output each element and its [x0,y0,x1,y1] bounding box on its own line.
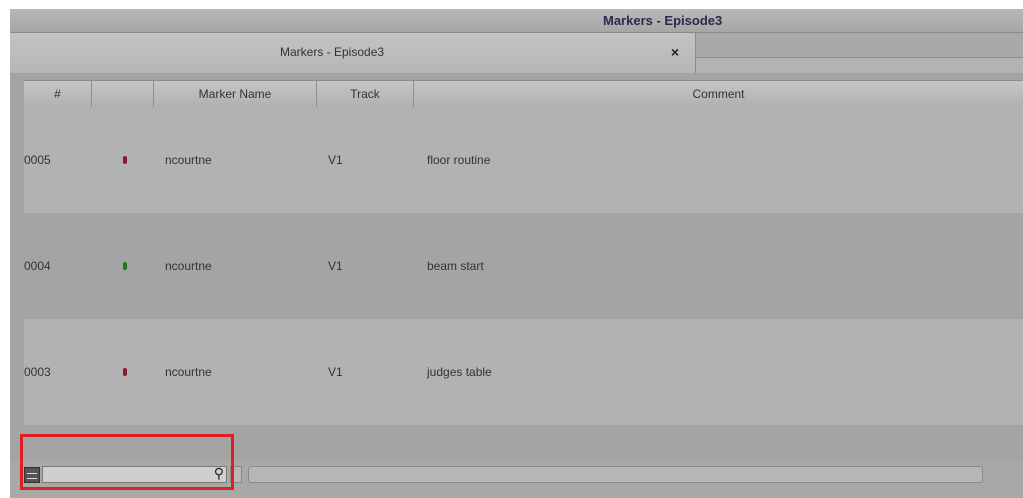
cell-marker-name: ncourtne [165,153,212,167]
tab-markers[interactable]: Markers - Episode3 × [10,33,696,73]
close-icon[interactable]: × [666,43,684,61]
table-header: # Marker Name Track Comment [24,80,1023,108]
cell-number: 0003 [24,365,51,379]
cell-marker-name: ncourtne [165,259,212,273]
table-row[interactable]: 0004 ncourtne V1 beam start [24,213,1023,319]
marker-color-icon [123,262,127,270]
horizontal-scrollbar[interactable] [248,466,983,483]
window-title: Markers - Episode3 [603,13,723,28]
cell-marker-name: ncourtne [165,365,212,379]
cell-comment: judges table [427,365,492,379]
cell-number: 0004 [24,259,51,273]
column-header-color[interactable] [92,81,154,107]
tab-label: Markers - Episode3 [280,45,385,59]
table-row[interactable]: 0005 ncourtne V1 floor routine [24,107,1023,213]
cell-track: V1 [328,365,343,379]
cell-track: V1 [328,259,343,273]
column-header-comment[interactable]: Comment [414,81,1023,107]
tab-bar-empty [696,33,1023,58]
column-header-track[interactable]: Track [317,81,414,107]
cell-number: 0005 [24,153,51,167]
tab-bar: Markers - Episode3 × [10,33,1023,73]
marker-color-icon [123,368,127,376]
column-header-number[interactable]: # [24,81,92,107]
cell-comment: beam start [427,259,484,273]
table-row[interactable]: 0003 ncourtne V1 judges table [24,319,1023,425]
cell-track: V1 [328,153,343,167]
marker-color-icon [123,156,127,164]
column-header-marker-name[interactable]: Marker Name [154,81,317,107]
highlight-box [20,434,234,490]
cell-comment: floor routine [427,153,491,167]
window-titlebar: Markers - Episode3 [10,9,1023,33]
